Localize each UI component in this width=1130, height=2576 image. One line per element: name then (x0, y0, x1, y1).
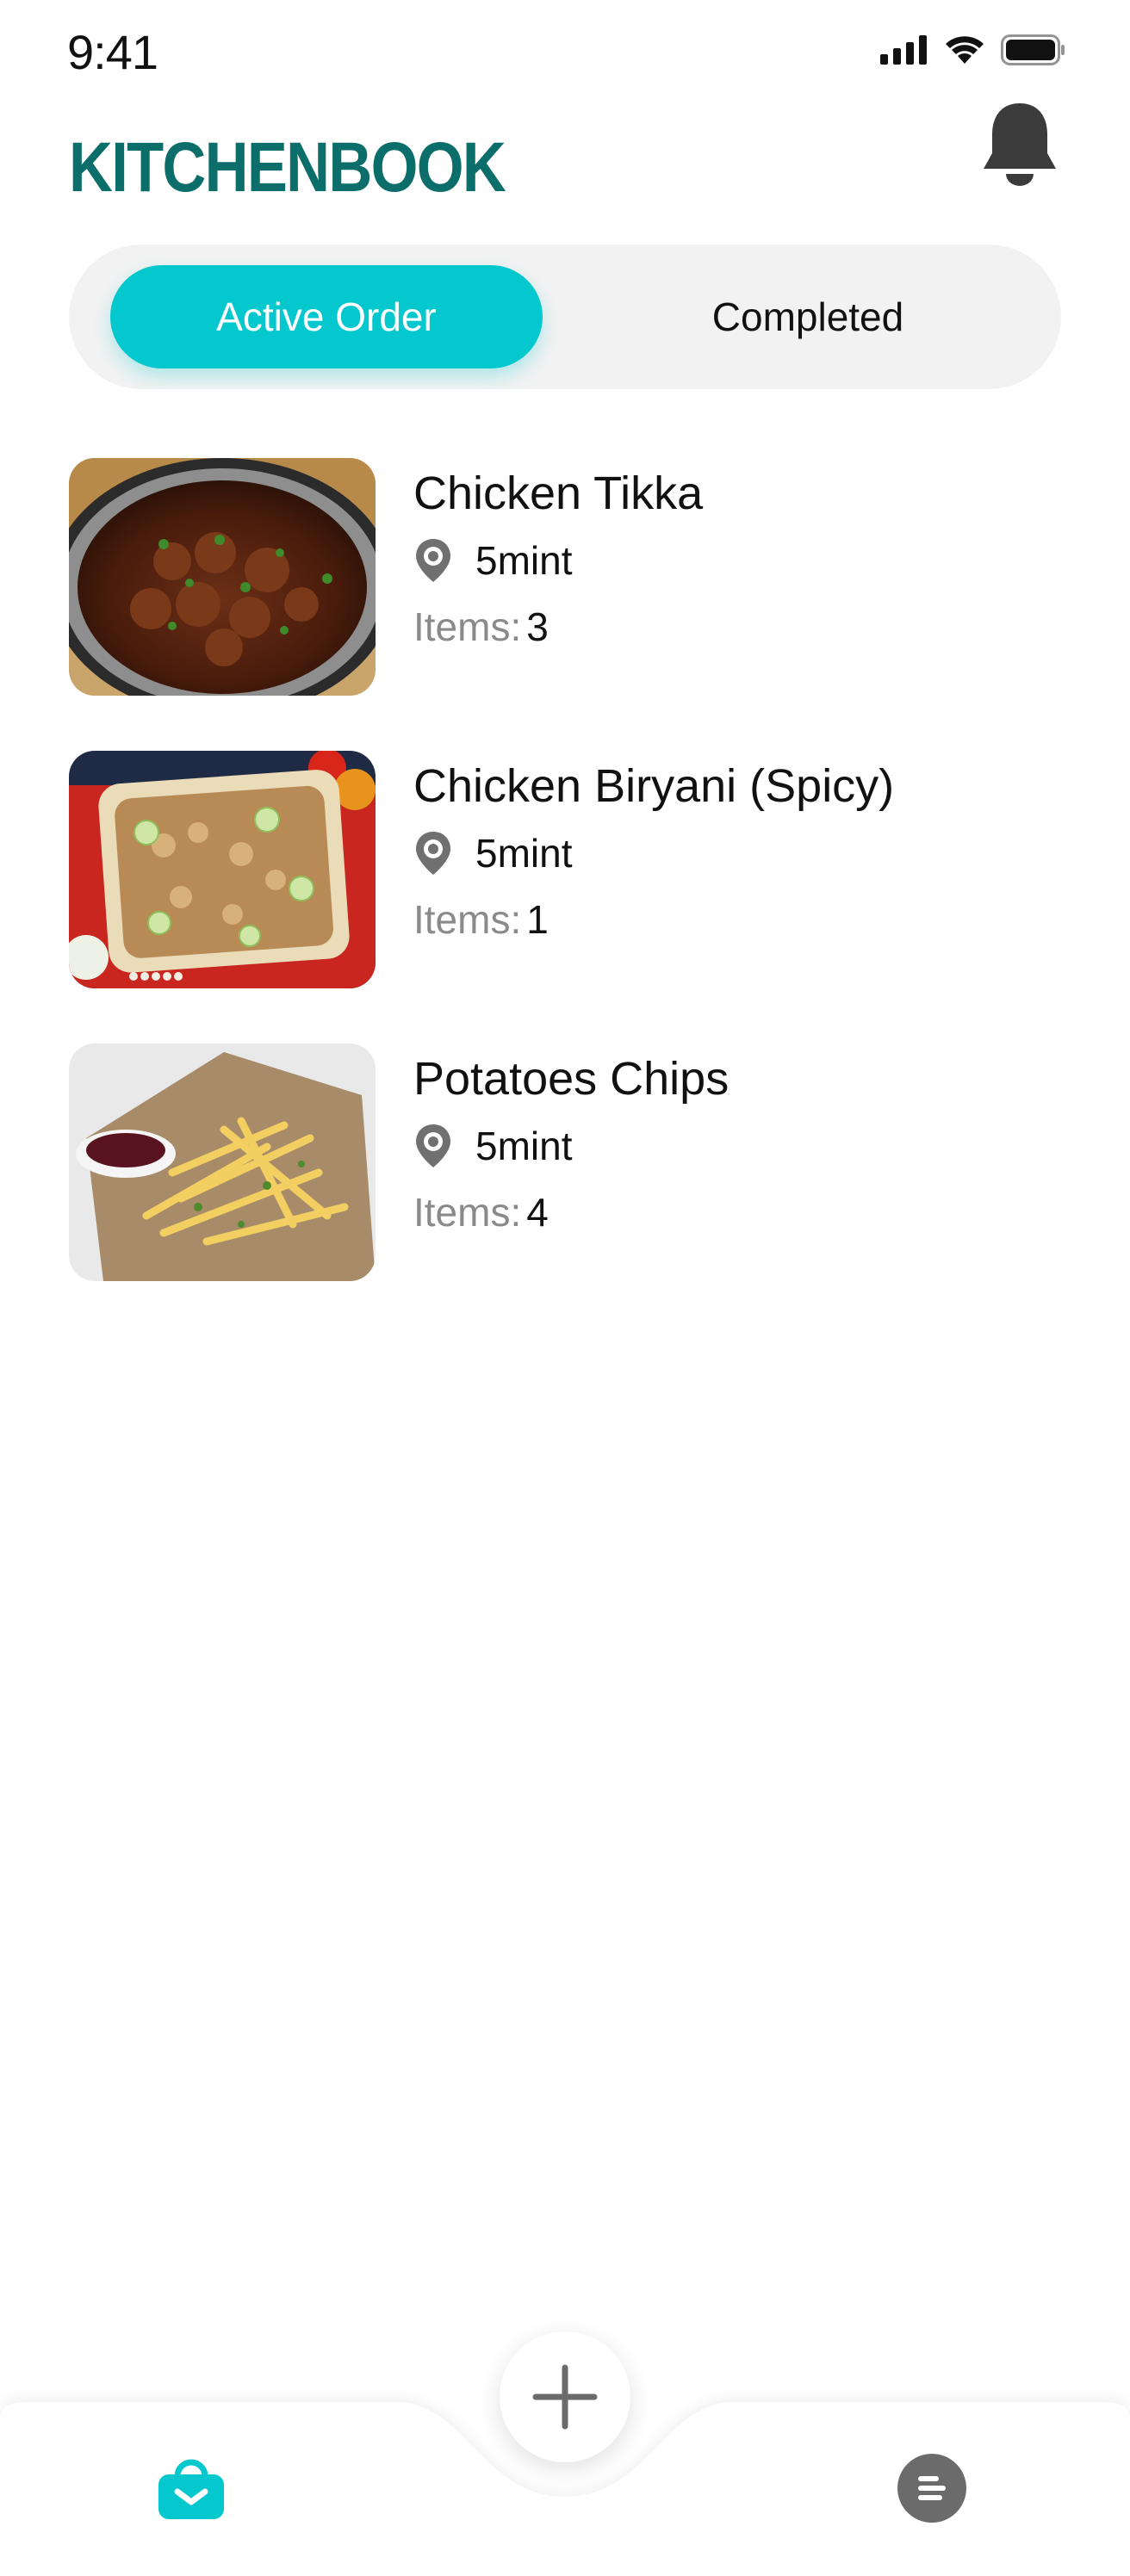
menu-list-icon[interactable] (896, 2452, 968, 2524)
items-label: Items: (413, 897, 522, 942)
order-items-row: Items: 1 (413, 894, 894, 945)
tab-completed[interactable]: Completed (586, 265, 1030, 368)
order-list: Chicken Tikka 5mint Items: 3 Chicken Bir… (69, 458, 1061, 1336)
status-bar: 9:41 (0, 0, 1130, 103)
order-time-row: 5mint (413, 530, 703, 591)
order-item[interactable]: Chicken Biryani (Spicy) 5mint Items: 1 (69, 751, 1061, 988)
signal-icon (880, 35, 927, 65)
order-time: 5mint (475, 538, 573, 583)
app-brand-title: KITCHENBOOK (69, 128, 506, 207)
order-title: Chicken Tikka (413, 468, 704, 519)
order-image-potatoes-chips (69, 1043, 376, 1281)
location-pin-icon (416, 832, 450, 875)
items-count: 1 (526, 897, 549, 942)
order-image-chicken-biryani (69, 751, 376, 988)
location-pin-icon (416, 1124, 450, 1167)
items-count: 3 (526, 604, 549, 649)
order-status-tabs: Active Order Completed (69, 245, 1061, 389)
order-items-row: Items: 4 (413, 1186, 729, 1238)
plus-icon (532, 2364, 598, 2430)
order-time-row: 5mint (413, 1116, 729, 1176)
status-time: 9:41 (67, 25, 158, 79)
items-label: Items: (413, 1190, 522, 1235)
bell-icon[interactable] (978, 100, 1061, 189)
items-label: Items: (413, 604, 522, 649)
status-icons (880, 34, 1066, 65)
order-info: Potatoes Chips 5mint Items: 4 (413, 1049, 729, 1238)
order-item[interactable]: Potatoes Chips 5mint Items: 4 (69, 1043, 1061, 1281)
order-time-row: 5mint (413, 823, 894, 883)
order-item[interactable]: Chicken Tikka 5mint Items: 3 (69, 458, 1061, 696)
order-title: Chicken Biryani (Spicy) (413, 760, 895, 812)
basket-icon[interactable] (155, 2450, 227, 2523)
order-time: 5mint (475, 831, 573, 876)
order-info: Chicken Biryani (Spicy) 5mint Items: 1 (413, 756, 894, 945)
order-image-chicken-tikka (69, 458, 376, 696)
add-order-button[interactable] (500, 2331, 630, 2462)
wifi-icon (946, 36, 984, 64)
order-title: Potatoes Chips (413, 1053, 730, 1105)
items-count: 4 (526, 1190, 549, 1235)
battery-icon (1001, 34, 1065, 65)
tab-active-order[interactable]: Active Order (110, 265, 543, 368)
order-items-row: Items: 3 (413, 601, 703, 653)
location-pin-icon (416, 539, 450, 582)
order-info: Chicken Tikka 5mint Items: 3 (413, 463, 703, 653)
order-time: 5mint (475, 1124, 573, 1168)
